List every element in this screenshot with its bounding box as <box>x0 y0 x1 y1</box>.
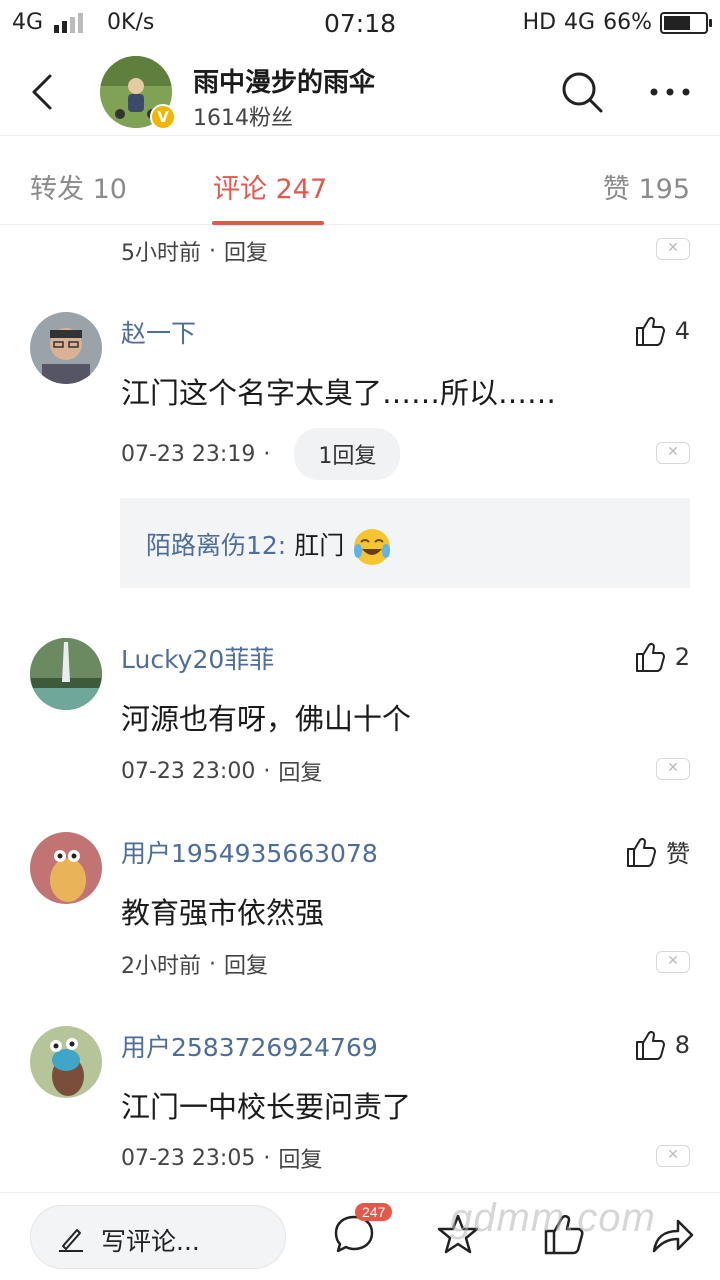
meta-dot: · <box>263 441 271 467</box>
active-tab-indicator <box>212 221 324 225</box>
meta-dot: · <box>209 951 216 977</box>
meta-dot: · <box>263 758 271 784</box>
reply-link[interactable]: 回复 <box>278 755 322 787</box>
truncated-comment: 5小时前 · 回复 ✕ <box>0 226 720 286</box>
comment-time: 07-23 23:05 <box>121 1145 256 1171</box>
avatar-photo <box>30 638 102 710</box>
sub-reply-author[interactable]: 陌路离伤12: <box>146 531 286 560</box>
avatar-photo <box>30 312 102 384</box>
tab-bar: 转发 10 评论 247 赞 195 <box>0 137 720 225</box>
dismiss-icon[interactable]: ✕ <box>656 442 690 464</box>
search-icon[interactable] <box>560 70 604 114</box>
reply-count-button[interactable]: 1回复 <box>294 428 401 480</box>
commenter-avatar[interactable] <box>30 638 102 710</box>
comment-time: 2小时前 <box>121 954 201 979</box>
comment-text: 江门这个名字太臭了……所以…… <box>121 376 557 410</box>
like-count: 8 <box>674 1031 690 1059</box>
dismiss-icon[interactable]: ✕ <box>656 1145 690 1167</box>
commenter-name[interactable]: 用户1954935663078 <box>121 834 378 870</box>
reply-link[interactable]: 回复 <box>224 235 268 267</box>
comment-time: 07-23 23:00 <box>121 758 256 784</box>
comment-meta: 5小时前 · 回复 <box>121 235 268 267</box>
hd-indicator: HD <box>522 10 557 35</box>
avatar-photo <box>30 1026 102 1098</box>
meta-dot: · <box>263 1145 271 1171</box>
avatar-photo <box>30 832 102 904</box>
like-button[interactable]: 8 <box>633 1028 690 1062</box>
status-bar: 4G 0K/s 07:18 HD 4G 66% <box>0 0 720 50</box>
like-label: 赞 <box>666 840 690 868</box>
profile-username[interactable]: 雨中漫步的雨伞 <box>193 62 375 99</box>
battery-fill <box>664 15 691 30</box>
status-right: HD 4G 66% <box>522 10 712 35</box>
user-avatar[interactable]: V <box>100 56 176 130</box>
dismiss-icon[interactable]: ✕ <box>656 238 690 260</box>
comment-input[interactable]: 写评论... <box>30 1205 286 1269</box>
comment-input-placeholder: 写评论... <box>101 1227 200 1256</box>
commenter-name[interactable]: 赵一下 <box>121 314 196 350</box>
thumbs-up-icon <box>635 316 665 346</box>
comment-text: 江门一中校长要问责了 <box>121 1090 412 1124</box>
reply-link[interactable]: 回复 <box>224 948 268 980</box>
thumbs-up-icon <box>627 837 656 867</box>
tab-comments[interactable]: 评论 247 <box>213 167 327 206</box>
sub-reply-line: 陌路离伤12: 肛门 <box>146 526 392 567</box>
laugh-cry-emoji-icon <box>354 529 391 565</box>
battery-icon <box>660 11 712 34</box>
comment-meta: 07-23 23:00 · 回复 <box>121 755 322 787</box>
commenter-name[interactable]: Lucky20菲菲 <box>121 640 274 676</box>
comment-text: 河源也有呀，佛山十个 <box>121 702 412 736</box>
tab-likes[interactable]: 赞 195 <box>603 167 690 206</box>
tab-reposts[interactable]: 转发 10 <box>30 167 127 206</box>
comment-item: 用户1954935663078 赞 教育强市依然强 2小时前 · 回复 ✕ <box>0 810 720 1000</box>
thumbs-up-icon <box>635 1030 665 1060</box>
comment-time: 07-23 23:19 <box>121 441 256 467</box>
comment-time: 5小时前 <box>121 241 201 266</box>
commenter-avatar[interactable] <box>30 312 102 384</box>
comment-meta: 2小时前 · 回复 <box>121 948 268 980</box>
like-button[interactable]: 4 <box>633 314 690 348</box>
comment-count-badge: 247 <box>355 1203 393 1221</box>
sub-reply-text: 肛门 <box>286 531 345 560</box>
verified-badge: V <box>150 104 176 130</box>
back-arrow-icon[interactable] <box>22 70 66 114</box>
reply-link[interactable]: 回复 <box>278 1142 322 1174</box>
comment-text: 教育强市依然强 <box>121 896 325 930</box>
watermark-text: gdmm.com <box>450 1196 656 1240</box>
sub-reply-box[interactable]: 陌路离伤12: 肛门 <box>120 498 690 588</box>
comment-item: 用户2583726924769 8 江门一中校长要问责了 07-23 23:05… <box>0 1004 720 1190</box>
commenter-name[interactable]: 用户2583726924769 <box>121 1028 378 1064</box>
nav-bar: V 雨中漫步的雨伞 1614粉丝 <box>0 50 720 136</box>
thumbs-up-icon <box>635 642 665 672</box>
follower-count: 1614粉丝 <box>193 106 293 131</box>
like-count: 4 <box>674 317 690 345</box>
comment-meta: 07-23 23:05 · 回复 <box>121 1142 322 1174</box>
like-button[interactable]: 赞 <box>624 834 690 869</box>
pen-icon <box>59 1229 83 1252</box>
dismiss-icon[interactable]: ✕ <box>656 951 690 973</box>
commenter-avatar[interactable] <box>30 832 102 904</box>
battery-percent: 66% <box>603 10 652 35</box>
network-type-right: 4G <box>564 10 596 35</box>
comment-meta: 07-23 23:19 · 1回复 <box>121 428 401 480</box>
comment-item: Lucky20菲菲 2 河源也有呀，佛山十个 07-23 23:00 · 回复 … <box>0 616 720 806</box>
commenter-avatar[interactable] <box>30 1026 102 1098</box>
meta-dot: · <box>209 238 216 264</box>
like-count: 2 <box>674 643 690 671</box>
comment-item: 赵一下 4 江门这个名字太臭了……所以…… 07-23 23:19 · 1回复 … <box>0 290 720 610</box>
more-icon[interactable] <box>648 80 692 104</box>
like-button[interactable]: 2 <box>633 640 690 674</box>
dismiss-icon[interactable]: ✕ <box>656 758 690 780</box>
